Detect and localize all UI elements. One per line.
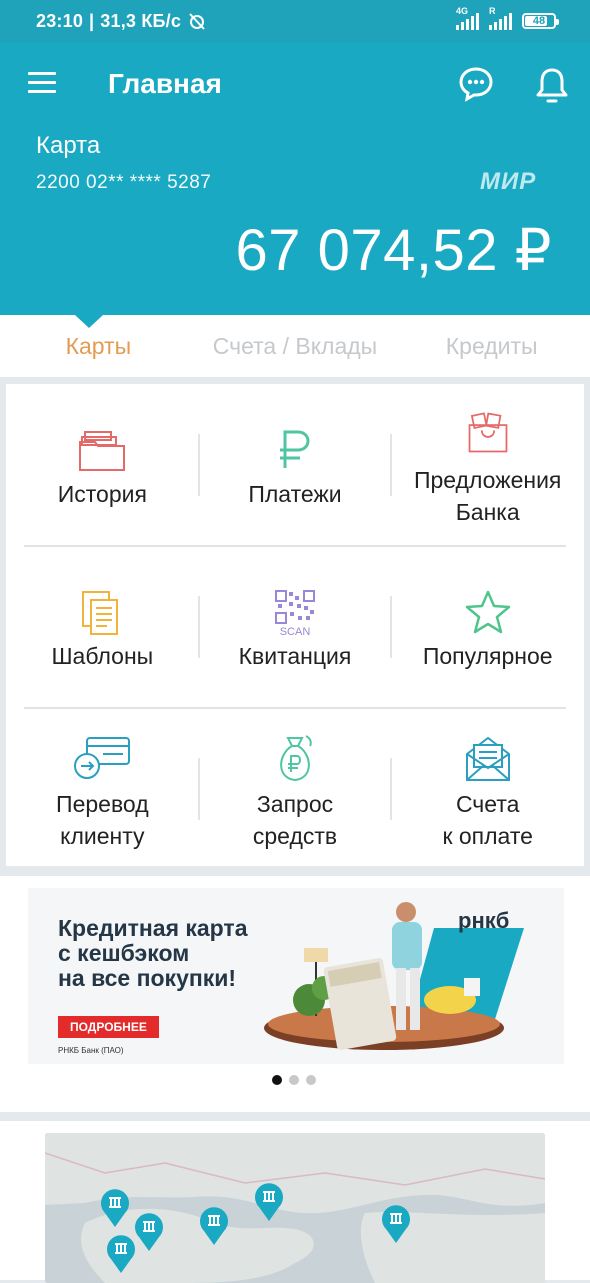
card-number: 2200 02** **** 5287	[36, 172, 212, 193]
signal-4g-icon: 4G	[456, 6, 479, 30]
popular-button[interactable]: Популярное	[391, 546, 584, 706]
transfer-label-2: клиенту	[60, 823, 145, 849]
rnkb-logo: рнкб	[458, 908, 510, 933]
actions-grid: История Платежи Предложения Банка Шаблон…	[6, 384, 584, 866]
header: Главная Карта 2200 02** **** 5287 МИР 67…	[0, 42, 590, 315]
status-bar: 23:10 | 31,3 КБ/с 4G R 48	[0, 0, 590, 42]
status-right: 4G R 48	[456, 6, 559, 30]
banner-footer: РНКБ Банк (ПАО)	[58, 1046, 124, 1055]
bank-pin-icon[interactable]	[99, 1187, 131, 1227]
payments-label: Платежи	[248, 481, 342, 507]
divider	[390, 758, 392, 820]
signal-roaming-icon: R	[489, 6, 512, 30]
bank-offers-label-2: Банка	[455, 499, 520, 525]
request-funds-label-2: средств	[252, 823, 338, 849]
divider	[198, 434, 200, 496]
bank-offers-label-1: Предложения	[413, 467, 562, 493]
chat-icon[interactable]	[458, 66, 494, 102]
branches-map[interactable]	[45, 1133, 545, 1283]
mir-logo: МИР	[480, 168, 537, 195]
bell-icon[interactable]	[534, 66, 570, 104]
star-icon	[465, 590, 510, 634]
bank-pin-icon[interactable]	[253, 1181, 285, 1221]
actions-row: Шаблоны SCAN Квитанция Популярное	[6, 546, 584, 706]
qr-scan-icon: SCAN	[275, 590, 315, 638]
request-funds-label-1: Запрос	[256, 791, 334, 817]
bank-pin-icon[interactable]	[380, 1203, 412, 1243]
bank-pin-icon[interactable]	[105, 1233, 137, 1273]
network-label-2: R	[489, 6, 496, 16]
tab-credits[interactable]: Кредиты	[393, 315, 590, 377]
active-tab-pointer	[75, 315, 103, 328]
alarm-off-icon	[189, 13, 205, 30]
divider	[390, 596, 392, 658]
carousel-dots	[272, 1075, 316, 1085]
battery-icon: 48	[522, 13, 559, 29]
templates-label: Шаблоны	[51, 643, 154, 669]
tab-accounts-deposits[interactable]: Счета / Вклады	[197, 315, 394, 377]
templates-button[interactable]: Шаблоны	[6, 546, 199, 706]
envelope-icon	[465, 736, 510, 781]
shopping-bag-icon	[468, 412, 508, 453]
card-transfer-icon	[74, 737, 131, 779]
bills-label-1: Счета	[455, 791, 520, 817]
map-section	[0, 1121, 590, 1283]
banner-details-button[interactable]: ПОДРОБНЕЕ	[58, 1016, 159, 1038]
carousel-dot[interactable]	[306, 1075, 316, 1085]
receipt-button[interactable]: SCAN Квитанция	[199, 546, 392, 706]
bills-to-pay-button[interactable]: Счета к оплате	[391, 708, 584, 868]
divider	[198, 758, 200, 820]
card-label: Карта	[36, 132, 101, 159]
actions-row: История Платежи Предложения Банка	[6, 384, 584, 544]
document-icon	[82, 591, 119, 635]
history-button[interactable]: История	[6, 384, 199, 544]
page-title: Главная	[108, 68, 222, 99]
actions-row: Перевод клиенту Запрос средств Счета к о…	[6, 708, 584, 868]
bank-pin-icon[interactable]	[198, 1205, 230, 1245]
transfer-label-1: Перевод	[56, 791, 149, 817]
bank-offers-button[interactable]: Предложения Банка	[391, 384, 584, 544]
divider	[390, 434, 392, 496]
receipt-label: Квитанция	[238, 643, 352, 669]
battery-level: 48	[532, 15, 546, 27]
promo-section: Кредитная карта с кешбэком на все покупк…	[0, 876, 590, 1112]
money-bag-icon	[280, 735, 312, 782]
status-separator: |	[89, 10, 95, 31]
banner-illustration	[264, 902, 524, 1050]
menu-icon[interactable]	[28, 72, 56, 94]
balance-amount: 67 074,52 ₽	[235, 218, 552, 283]
bills-label-2: к оплате	[442, 823, 533, 849]
request-funds-button[interactable]: Запрос средств	[199, 708, 392, 868]
promo-banner[interactable]: Кредитная карта с кешбэком на все покупк…	[28, 888, 564, 1064]
status-speed: 31,3 КБ/с	[100, 10, 182, 31]
bank-pin-icon[interactable]	[133, 1211, 165, 1251]
payments-button[interactable]: Платежи	[199, 384, 392, 544]
network-label-1: 4G	[456, 6, 469, 16]
popular-label: Популярное	[422, 643, 553, 669]
qr-caption: SCAN	[280, 626, 311, 638]
status-left: 23:10 | 31,3 КБ/с	[36, 11, 207, 32]
carousel-dot[interactable]	[289, 1075, 299, 1085]
history-label: История	[57, 481, 147, 507]
folder-icon	[79, 431, 126, 471]
carousel-dot-active[interactable]	[272, 1075, 282, 1085]
ruble-icon	[280, 430, 310, 468]
transfer-to-client-button[interactable]: Перевод клиенту	[6, 708, 199, 868]
status-time: 23:10	[36, 10, 84, 31]
divider	[198, 596, 200, 658]
